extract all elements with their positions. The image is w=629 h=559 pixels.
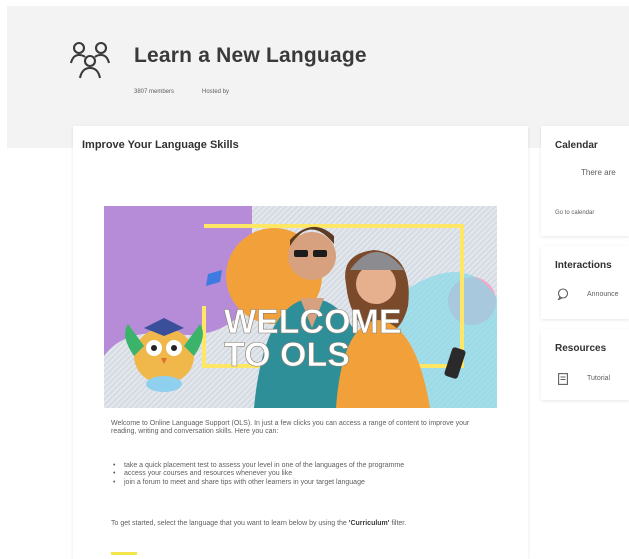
highlight-link[interactable] (111, 552, 137, 555)
tutorial-link[interactable]: Tutorial (587, 375, 610, 382)
calendar-card: Calendar There are Go to calendar (541, 126, 629, 236)
intro-paragraph: Welcome to Online Language Support (OLS)… (111, 420, 470, 436)
calendar-empty-text: There are (581, 168, 616, 177)
main-content-card: Improve Your Language Skills WELCOME TO … (73, 126, 528, 559)
announcements-link[interactable]: Announce (587, 291, 619, 298)
list-item: join a forum to meet and share tips with… (111, 479, 491, 488)
resources-title: Resources (555, 343, 607, 354)
list-item: access your courses and resources whenev… (111, 470, 491, 479)
interactions-card: Interactions Announce (541, 246, 629, 319)
group-title: Learn a New Language (134, 44, 367, 67)
banner-line-2: TO OLS (224, 336, 350, 374)
calendar-title: Calendar (555, 140, 598, 151)
curriculum-filter-name: 'Curriculum' (348, 520, 390, 527)
feature-list: take a quick placement test to assess yo… (111, 462, 491, 488)
document-icon (558, 373, 568, 385)
welcome-banner: WELCOME TO OLS (104, 206, 497, 408)
list-item: take a quick placement test to assess yo… (111, 462, 491, 471)
chat-bubble-icon (557, 288, 569, 300)
member-count[interactable]: 3807 members (134, 89, 174, 95)
interactions-title: Interactions (555, 260, 612, 271)
getting-started-suffix: filter. (391, 520, 407, 527)
group-people-icon (70, 41, 110, 79)
hosted-by: Hosted by (202, 89, 230, 95)
card-title: Improve Your Language Skills (82, 139, 239, 151)
getting-started-paragraph: To get started, select the language that… (111, 520, 491, 528)
getting-started-text: To get started, select the language that… (111, 520, 347, 527)
go-to-calendar-link[interactable]: Go to calendar (555, 210, 594, 216)
resources-card: Resources Tutorial (541, 329, 629, 400)
